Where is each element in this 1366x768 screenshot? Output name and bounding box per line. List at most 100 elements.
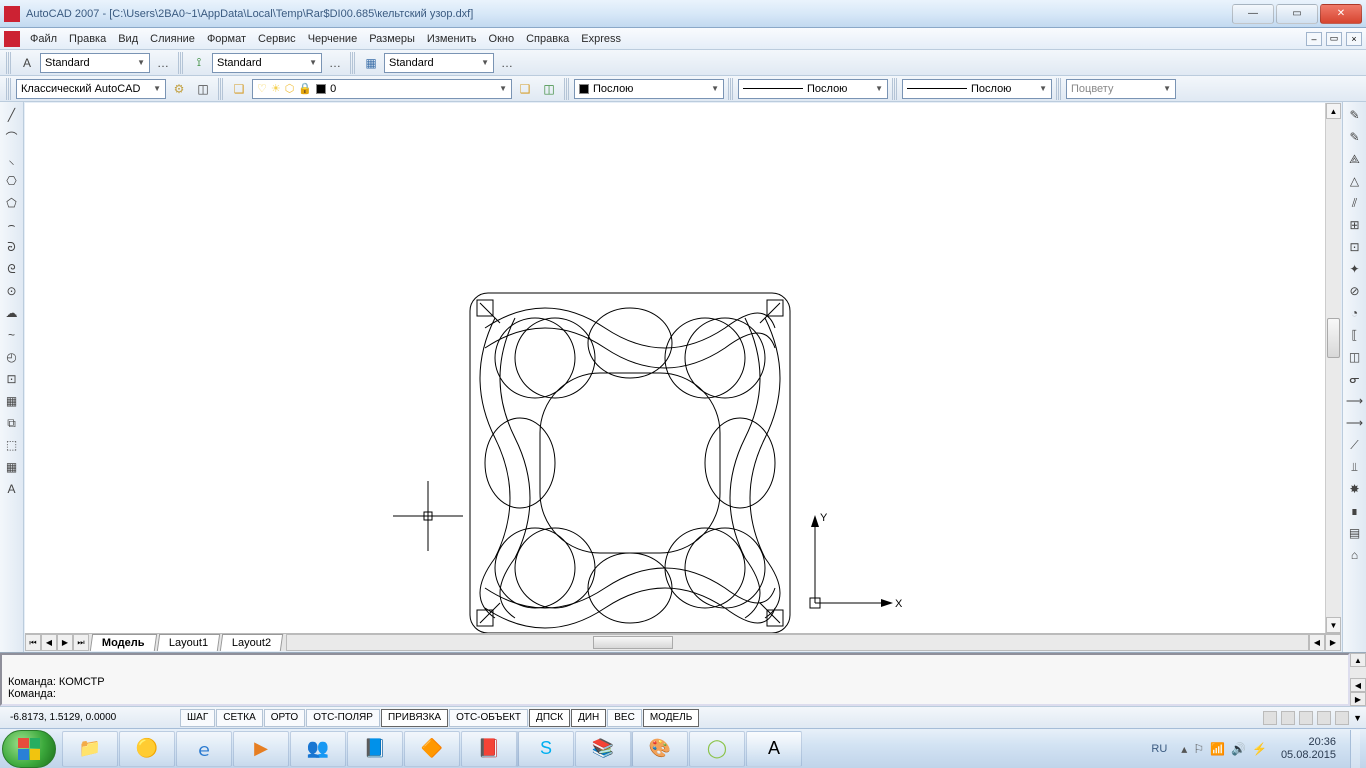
modify-tool-21[interactable]: ⌂ — [1344, 544, 1366, 566]
polygon-tool[interactable]: ⎔ — [1, 170, 23, 192]
lineweight-dropdown[interactable]: Послою▼ — [902, 79, 1052, 99]
polyline-tool[interactable]: ⸜ — [1, 148, 23, 170]
taskbar-explorer[interactable]: 📁 — [62, 731, 118, 767]
window-maximize-button[interactable]: ▭ — [1276, 4, 1318, 24]
extend-tool[interactable]: ⟦ — [1344, 324, 1366, 346]
ellipse-tool[interactable]: ☁ — [1, 302, 23, 324]
text-style-icon[interactable]: A — [16, 52, 38, 74]
snap-toggle[interactable]: ШАГ — [180, 709, 215, 727]
hscroll-left[interactable]: ◀ — [1309, 634, 1325, 651]
linetype-dropdown[interactable]: Послою▼ — [738, 79, 888, 99]
gradient-tool[interactable]: ⬚ — [1, 434, 23, 456]
erase-tool[interactable]: ✎ — [1344, 104, 1366, 126]
tray-icon-1[interactable] — [1263, 711, 1277, 725]
tray-icon-3[interactable] — [1299, 711, 1313, 725]
layer-states-button[interactable]: ◫ — [538, 78, 560, 100]
tray-icon-2[interactable] — [1281, 711, 1295, 725]
horizontal-scrollbar[interactable] — [286, 634, 1309, 651]
scale-tool[interactable]: ✦ — [1344, 258, 1366, 280]
tray-volume-icon[interactable]: 🔊 — [1231, 742, 1246, 756]
hscroll-right[interactable]: ▶ — [1325, 634, 1341, 651]
dim-style-more[interactable]: … — [324, 52, 346, 74]
layer-dropdown[interactable]: ♡☀⬡🔒 0 ▼ — [252, 79, 512, 99]
taskbar-winrar[interactable]: 📚 — [575, 731, 631, 767]
cmd-scroll-left[interactable]: ◀ — [1350, 678, 1366, 692]
copy-tool[interactable]: ✎ — [1344, 126, 1366, 148]
chamfer-tool[interactable]: ⟶ — [1344, 412, 1366, 434]
workspace-settings-button[interactable]: ⚙ — [168, 78, 190, 100]
dyn-toggle[interactable]: ДИН — [571, 709, 606, 727]
ortho-toggle[interactable]: ОРТО — [264, 709, 305, 727]
tray-network-icon[interactable]: 📶 — [1210, 742, 1225, 756]
vertical-scrollbar[interactable]: ▲ ▼ — [1325, 103, 1341, 633]
otrack-toggle[interactable]: ОТС-ОБЪЕКТ — [449, 709, 528, 727]
menu-merge[interactable]: Слияние — [144, 31, 201, 47]
break-tool[interactable]: ᓂ — [1344, 368, 1366, 390]
layer-previous-button[interactable]: ❑ — [514, 78, 536, 100]
table-tool[interactable]: A — [1, 478, 23, 500]
drawing-canvas[interactable]: Y X — [25, 103, 1325, 633]
color-dropdown[interactable]: Послою▼ — [574, 79, 724, 99]
modify-tool-19[interactable]: ∎ — [1344, 500, 1366, 522]
tab-layout2[interactable]: Layout2 — [220, 634, 284, 651]
tray-icon-4[interactable] — [1317, 711, 1331, 725]
plotstyle-dropdown[interactable]: Поцвету▼ — [1066, 79, 1176, 99]
make-block-tool[interactable]: ⊡ — [1, 368, 23, 390]
explode-tool[interactable]: ⫫ — [1344, 456, 1366, 478]
layer-manager-button[interactable]: ❑ — [228, 78, 250, 100]
grid-toggle[interactable]: СЕТКА — [216, 709, 263, 727]
dim-style-icon[interactable]: ⟟ — [188, 52, 210, 74]
taskbar-corel[interactable]: ◯ — [689, 731, 745, 767]
start-button[interactable] — [2, 730, 56, 768]
rotate-tool[interactable]: ⊡ — [1344, 236, 1366, 258]
osnap-toggle[interactable]: ПРИВЯЗКА — [381, 709, 448, 727]
polar-toggle[interactable]: ОТС-ПОЛЯР — [306, 709, 380, 727]
menu-edit[interactable]: Правка — [63, 31, 112, 47]
modify-tool-20[interactable]: ▤ — [1344, 522, 1366, 544]
tab-nav-next[interactable]: ▶ — [57, 634, 73, 651]
scroll-down-button[interactable]: ▼ — [1326, 617, 1341, 633]
ducs-toggle[interactable]: ДПСК — [529, 709, 570, 727]
menu-service[interactable]: Сервис — [252, 31, 302, 47]
hatch-tool[interactable]: ⧉ — [1, 412, 23, 434]
menu-help[interactable]: Справка — [520, 31, 575, 47]
rectangle-tool[interactable]: ⬠ — [1, 192, 23, 214]
language-indicator[interactable]: RU — [1145, 743, 1173, 755]
construction-line-tool[interactable]: ⌒ — [1, 126, 23, 148]
menu-window[interactable]: Окно — [483, 31, 521, 47]
mdi-minimize-button[interactable]: – — [1306, 32, 1322, 46]
taskbar-chrome[interactable]: 🟡 — [119, 731, 175, 767]
table-style-icon[interactable]: ▦ — [360, 52, 382, 74]
clock[interactable]: 20:36 05.08.2015 — [1275, 736, 1342, 760]
workspace-lock-button[interactable]: ◫ — [192, 78, 214, 100]
tray-flag-icon[interactable]: ⚐ — [1193, 742, 1204, 756]
modify-tool-18[interactable]: ✸ — [1344, 478, 1366, 500]
stretch-tool[interactable]: ⊘ — [1344, 280, 1366, 302]
tab-model[interactable]: Модель — [90, 634, 157, 651]
region-tool[interactable]: ▦ — [1, 456, 23, 478]
taskbar-autocad[interactable]: A — [746, 731, 802, 767]
taskbar-app1[interactable]: 📘 — [347, 731, 403, 767]
dim-style-dropdown[interactable]: Standard▼ — [212, 53, 322, 73]
taskbar-wmp[interactable]: ▶ — [233, 731, 289, 767]
cmd-scroll-up[interactable]: ▲ — [1350, 653, 1366, 667]
array-tool[interactable]: ⫽ — [1344, 192, 1366, 214]
taskbar-app2[interactable]: 🔶 — [404, 731, 460, 767]
move-tool[interactable]: ⊞ — [1344, 214, 1366, 236]
text-style-dropdown[interactable]: Standard▼ — [40, 53, 150, 73]
ellipse-arc-tool[interactable]: ~ — [1, 324, 23, 346]
menu-view[interactable]: Вид — [112, 31, 144, 47]
taskbar-ie[interactable]: ｅ — [176, 731, 232, 767]
menu-dimensions[interactable]: Размеры — [363, 31, 421, 47]
taskbar-skype[interactable]: S — [518, 731, 574, 767]
revision-cloud-tool[interactable]: ᘓ — [1, 258, 23, 280]
mdi-restore-button[interactable]: ▭ — [1326, 32, 1342, 46]
taskbar-app3[interactable]: 📕 — [461, 731, 517, 767]
menu-express[interactable]: Express — [575, 31, 627, 47]
trim-tool[interactable]: ◔ — [1344, 302, 1366, 324]
show-desktop-button[interactable] — [1350, 730, 1360, 768]
workspace-dropdown[interactable]: Классический AutoCAD▼ — [16, 79, 166, 99]
spline-tool[interactable]: ⊙ — [1, 280, 23, 302]
lwt-toggle[interactable]: ВЕС — [607, 709, 642, 727]
fillet-tool[interactable]: ⟋ — [1344, 434, 1366, 456]
